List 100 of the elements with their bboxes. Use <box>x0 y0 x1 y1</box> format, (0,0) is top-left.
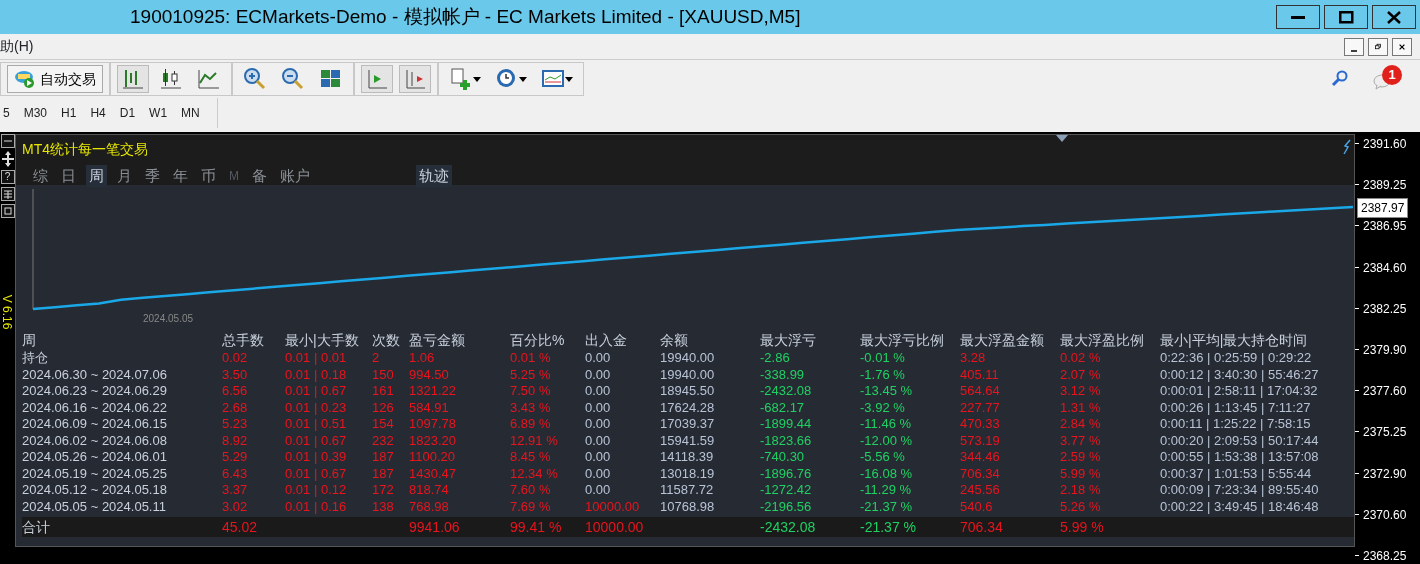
table-cell-text: 3.77 % <box>1060 432 1102 449</box>
chart-shift-icon <box>365 67 389 91</box>
timeframe-button[interactable]: H4 <box>83 104 113 122</box>
table-cell-text: 0.00 <box>585 465 612 482</box>
timeframe-button[interactable]: M30 <box>16 104 55 122</box>
period-tab[interactable]: 币 <box>198 165 219 187</box>
table-cell-text: 0.01 | 0.01 <box>285 350 348 367</box>
table-cell-text: 706.34 <box>960 465 1001 482</box>
restore-icon <box>1375 41 1381 52</box>
timeframe-button[interactable]: MN <box>174 104 207 122</box>
table-cell-text: 1097.78 <box>409 416 457 433</box>
column-header: 百分比% <box>510 331 566 350</box>
candlestick-icon <box>159 67 183 91</box>
price-label: 2368.25 <box>1363 548 1407 564</box>
table-cell-text: 45.02 <box>222 518 259 537</box>
autotrade-button[interactable]: 自动交易 <box>7 65 103 93</box>
timeframe-button[interactable]: D1 <box>112 104 143 122</box>
table-cell-text: 0.01 | 0.23 <box>285 399 348 416</box>
timeframe-button[interactable]: H1 <box>54 104 84 122</box>
line-chart-icon <box>197 67 221 91</box>
table-cell-text: 540.6 <box>960 498 994 515</box>
help-button[interactable]: ? <box>0 170 15 184</box>
table-cell-text: 2024.05.26 ~ 2024.06.01 <box>22 449 168 466</box>
price-label: 2377.60 <box>1363 383 1407 401</box>
minimize-button[interactable] <box>1344 37 1364 56</box>
table-cell-text: 0.00 <box>585 366 612 383</box>
grid-box-icon[interactable] <box>0 187 15 201</box>
minimize-icon <box>1351 49 1357 52</box>
caret-icon <box>473 76 481 82</box>
table-cell-text: 2024.06.23 ~ 2024.06.29 <box>22 383 168 400</box>
restore-button[interactable] <box>1368 37 1388 56</box>
autoscroll-button[interactable] <box>399 65 431 93</box>
close-button[interactable] <box>1392 37 1412 56</box>
table-cell-text: 161 <box>372 383 395 400</box>
table-cell-text: -5.56 % <box>860 449 906 466</box>
table-cell-text: 0:22:36 | 0:25:59 | 0:29:22 <box>1160 350 1313 367</box>
period-tab[interactable]: 账户 <box>277 165 313 187</box>
table-cell-text: -682.17 <box>760 399 806 416</box>
table-cell-text: 19940.00 <box>660 350 716 367</box>
period-tab[interactable]: 备 <box>249 165 270 187</box>
table-cell-text: 2.68 <box>222 399 249 416</box>
table-cell-text: 1.06 <box>409 350 436 367</box>
period-tab[interactable]: 月 <box>114 165 135 187</box>
table-cell-text: 0:00:22 | 3:49:45 | 18:46:48 <box>1160 498 1320 515</box>
table-cell-text: 5.99 % <box>1060 465 1102 482</box>
table-cell-text: -1823.66 <box>760 432 813 449</box>
table-cell-text: 0.01 | 0.12 <box>285 482 348 499</box>
maximize-button[interactable] <box>1324 5 1368 29</box>
table-cell-text: 12.91 % <box>510 432 559 449</box>
table-cell-text: 7.50 % <box>510 383 552 400</box>
table-cell-text: 0.00 <box>585 432 612 449</box>
table-cell-text: 0:00:09 | 7:23:34 | 89:55:40 <box>1160 482 1320 499</box>
table-cell-text: 245.56 <box>960 482 1001 499</box>
autoscroll-icon <box>403 67 427 91</box>
minimize-icon[interactable] <box>0 134 15 148</box>
close-button[interactable] <box>1372 5 1416 29</box>
table-cell-text: 3.43 % <box>510 399 552 416</box>
table-cell-text: 0.01 | 0.67 <box>285 432 348 449</box>
period-tab[interactable]: 日 <box>58 165 79 187</box>
table-cell-text: 3.02 <box>222 498 249 515</box>
table-cell-text: 17624.28 <box>660 399 716 416</box>
period-tab[interactable]: 年 <box>170 165 191 187</box>
table-cell-text: -1272.42 <box>760 482 813 499</box>
table-cell-text: -2.86 <box>760 350 791 367</box>
chart-shift-button[interactable] <box>361 65 393 93</box>
period-tab[interactable]: 综 <box>30 165 51 187</box>
table-cell-text: 13018.19 <box>660 465 716 482</box>
table-cell-text: 2024.05.05 ~ 2024.05.11 <box>22 498 167 515</box>
table-cell-text: 994.50 <box>409 366 450 383</box>
column-header: 最小|平均|最大持仓时间 <box>1160 331 1309 350</box>
column-header: 盈亏金额 <box>409 331 466 350</box>
table-cell-text: 0.00 <box>585 449 612 466</box>
window-box-icon[interactable] <box>0 204 15 218</box>
table-cell-text: 0.01 | 0.18 <box>285 366 348 383</box>
table-cell-text: 6.56 <box>222 383 249 400</box>
table-cell-text: 10000.00 <box>585 518 645 537</box>
minimize-button[interactable] <box>1276 5 1320 29</box>
bar-chart-button[interactable] <box>117 65 149 93</box>
table-cell-text: -2196.56 <box>760 498 813 515</box>
table-cell-text: 2024.06.09 ~ 2024.06.15 <box>22 416 168 433</box>
table-cell-text: -0.01 % <box>860 350 906 367</box>
trace-button[interactable]: 轨迹 <box>416 165 452 187</box>
move-icon[interactable] <box>0 151 15 167</box>
column-header: 最大浮亏比例 <box>860 331 945 350</box>
table-cell-text: 1321.22 <box>409 383 457 400</box>
timeframe-button[interactable]: W1 <box>142 104 175 122</box>
current-price-label: 2387.97 <box>1357 197 1409 218</box>
table-cell-text: 0.01 | 0.39 <box>285 449 348 466</box>
period-tab[interactable]: 周 <box>86 165 107 187</box>
period-tab[interactable]: 季 <box>142 165 163 187</box>
table-cell-text: 706.34 <box>960 518 1004 537</box>
timeframe-button[interactable]: 5 <box>0 104 17 122</box>
menu-item[interactable]: 助(H) <box>0 36 34 57</box>
table-cell-text: 187 <box>372 465 395 482</box>
table-cell-text: -21.37 % <box>860 498 914 515</box>
table-cell-text: 5.25 % <box>510 366 552 383</box>
table-cell-text: 2024.06.16 ~ 2024.06.22 <box>22 399 168 416</box>
zoom-out-icon <box>281 67 305 91</box>
notifications-button[interactable]: 1 <box>1370 63 1404 95</box>
table-cell-text: 0:00:01 | 2:58:11 | 17:04:32 <box>1160 383 1319 400</box>
